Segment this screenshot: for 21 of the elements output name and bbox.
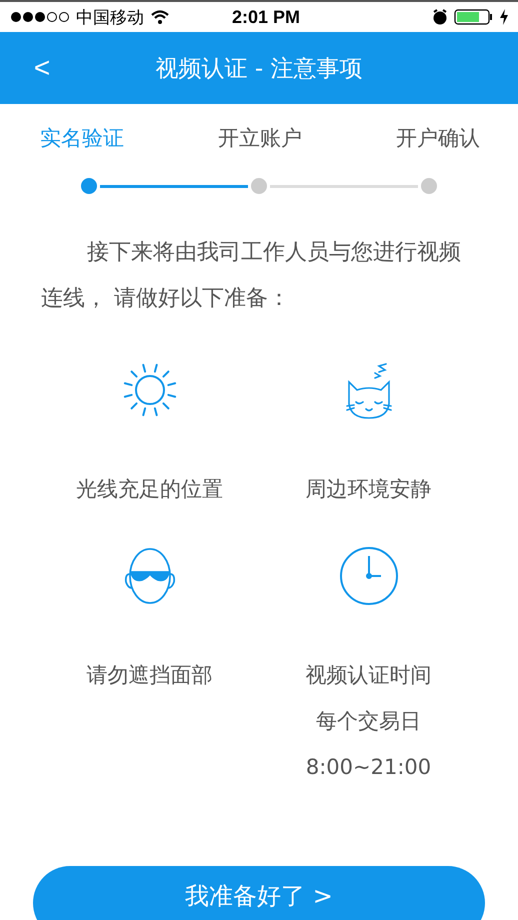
page-title: 视频认证 - 注意事项 [154,54,364,84]
alarm-icon [432,9,448,25]
tip-text: 请勿遮挡面部 [86,662,212,689]
charging-icon [500,9,508,25]
step-label: 实名验证 [40,125,125,152]
status-time: 2:01 PM [230,6,302,28]
tip-text: 光线充足的位置 [76,476,223,503]
carrier-name: 中国移动 [76,6,144,28]
ready-button[interactable]: 我准备好了 > [33,866,485,920]
wifi-icon [150,9,170,25]
back-button[interactable]: < [22,52,62,84]
intro-text: 接下来将由我司工作人员与您进行视频连线， 请做好以下准备： [41,239,462,313]
tip-text: 视频认证时间 [306,662,432,689]
step-label: 开立账户 [216,125,303,152]
battery-icon [454,9,494,25]
tip-text: 每个交易日 [316,708,421,735]
signal-icon [10,11,70,23]
clock-icon [338,546,398,606]
tip-text: 8:00~21:00 [306,754,432,781]
tip-text: 周边环境安静 [306,476,432,503]
step-label: 开户确认 [395,125,480,152]
